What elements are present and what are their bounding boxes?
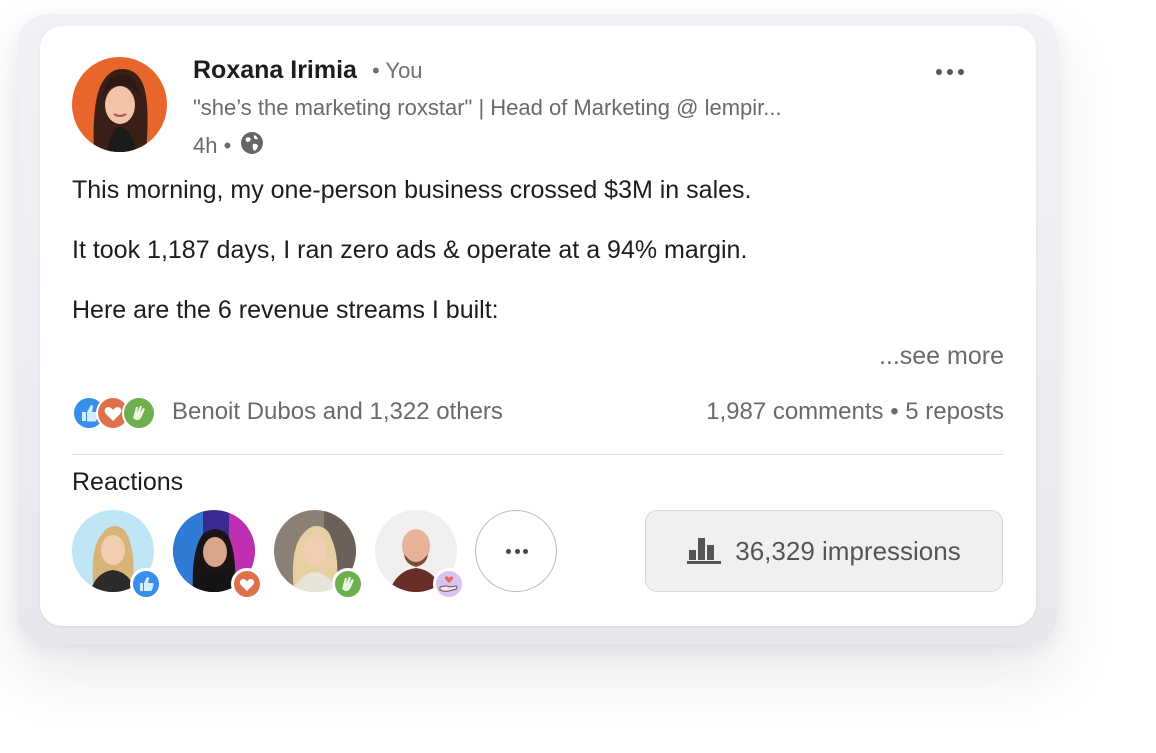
others-count[interactable]: and 1,322 others	[323, 398, 503, 425]
divider	[72, 454, 1004, 455]
comments-count[interactable]: 1,987 comments	[706, 398, 883, 425]
like-icon	[130, 568, 162, 600]
author-headline: "she’s the marketing roxstar" | Head of …	[193, 95, 782, 120]
reactor-avatar-4[interactable]	[375, 510, 465, 600]
post-card: Roxana Irimia • You "she’s the marketing…	[40, 26, 1036, 626]
post-meta: 4h •	[193, 130, 265, 162]
love-icon	[231, 568, 263, 600]
reactor-name[interactable]: Benoit Dubos	[172, 398, 316, 425]
celebrate-icon	[332, 568, 364, 600]
post-text-line-3: Here are the 6 revenue streams I built:	[72, 296, 499, 324]
engagement-separator: •	[890, 398, 899, 425]
reactor-avatar-2[interactable]	[173, 510, 263, 600]
impressions-button[interactable]: 36,329 impressions	[645, 510, 1003, 592]
reaction-summary-icons[interactable]	[72, 396, 162, 430]
more-reactors-button[interactable]	[475, 510, 557, 592]
author-name[interactable]: Roxana Irimia	[193, 56, 357, 85]
reposts-count[interactable]: 5 reposts	[905, 398, 1004, 425]
you-tag: • You	[372, 58, 423, 83]
support-icon	[433, 568, 465, 600]
bar-chart-icon	[687, 534, 722, 569]
reactions-summary[interactable]: Benoit Dubos and 1,322 others	[172, 398, 503, 426]
reactor-avatar-3[interactable]	[274, 510, 364, 600]
post-text-line-1: This morning, my one-person business cro…	[72, 176, 752, 204]
impressions-count: 36,329 impressions	[735, 535, 961, 566]
see-more-link[interactable]: ...see more	[879, 342, 1004, 371]
reactor-avatar-1[interactable]	[72, 510, 162, 600]
author-avatar[interactable]	[72, 57, 167, 152]
more-horizontal-icon[interactable]	[930, 56, 970, 86]
celebrate-icon	[122, 396, 156, 430]
reactions-heading: Reactions	[72, 468, 184, 496]
post-time: 4h •	[193, 133, 232, 158]
engagement-counts: 1,987 comments • 5 reposts	[706, 398, 1004, 426]
globe-icon	[239, 130, 265, 162]
post-text-line-2: It took 1,187 days, I ran zero ads & ope…	[72, 236, 748, 264]
